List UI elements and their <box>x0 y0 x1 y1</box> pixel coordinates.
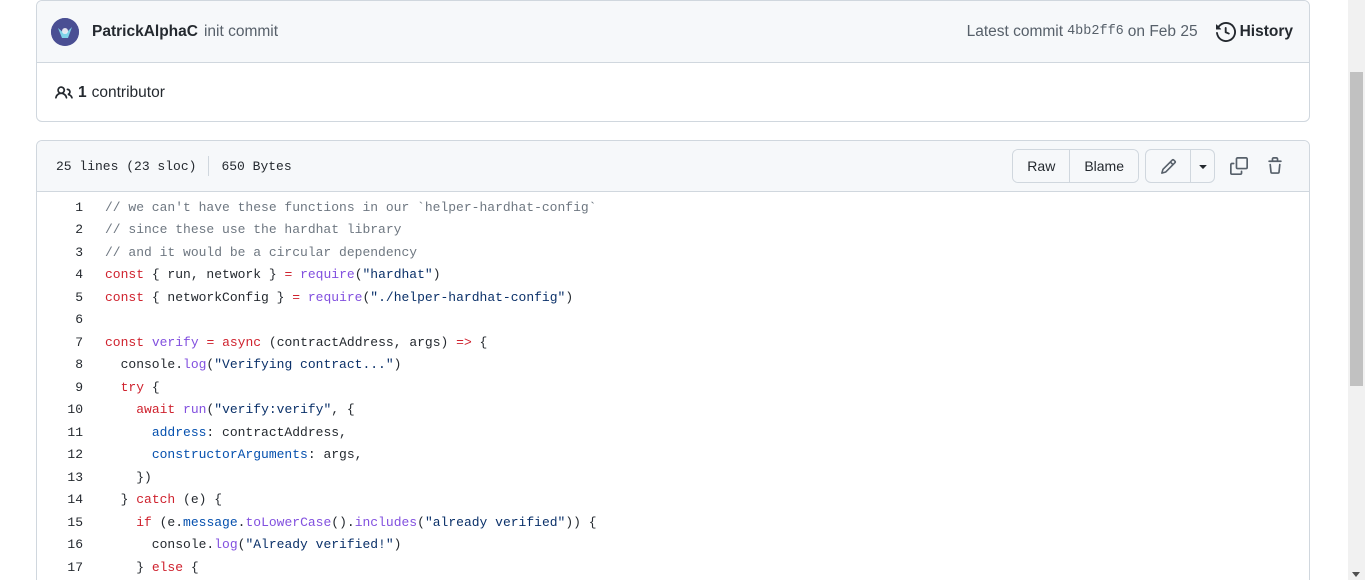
code-line: 1 // we can't have these functions in our… <box>37 196 1309 219</box>
code-line: 9 try { <box>37 376 1309 399</box>
code-line: 10 await run("verify:verify", { <box>37 399 1309 422</box>
code-line: 16 console.log("Already verified!") <box>37 534 1309 557</box>
file-lines-info: 25 lines (23 sloc) <box>56 158 197 174</box>
line-number[interactable]: 12 <box>37 447 83 462</box>
delete-file-button[interactable] <box>1257 150 1293 182</box>
line-content: // since these use the hardhat library <box>105 222 402 238</box>
line-content: try { <box>120 379 160 395</box>
code-line: 14 } catch (e) { <box>37 489 1309 512</box>
scroll-down-arrow-icon[interactable] <box>1352 572 1360 577</box>
code-line: 5 const { networkConfig } = require("./he… <box>37 286 1309 309</box>
line-number[interactable]: 6 <box>37 312 83 327</box>
history-label: History <box>1239 22 1293 40</box>
people-icon <box>55 85 73 99</box>
code-view: 1 // we can't have these functions in our… <box>37 192 1309 579</box>
contributor-count: 1 <box>78 83 87 101</box>
blame-button[interactable]: Blame <box>1069 150 1138 182</box>
line-content: } else { <box>105 559 199 575</box>
copy-icon <box>1230 157 1248 175</box>
line-number[interactable]: 4 <box>37 267 83 282</box>
code-line: 17 } else { <box>37 556 1309 579</box>
copy-raw-button[interactable] <box>1221 150 1257 182</box>
history-icon <box>1215 21 1236 42</box>
line-number[interactable]: 3 <box>37 245 83 260</box>
line-number[interactable]: 17 <box>37 560 83 575</box>
latest-commit-box: PatrickAlphaC init commit Latest commit … <box>36 0 1310 122</box>
file-viewer: 25 lines (23 sloc) 650 Bytes Raw Blame 1… <box>36 140 1310 580</box>
line-number[interactable]: 16 <box>37 537 83 552</box>
contributors-row[interactable]: 1 contributor <box>37 63 1309 121</box>
line-content: }) <box>105 469 152 485</box>
pencil-icon <box>1160 158 1176 174</box>
line-content: constructorArguments: args, <box>151 447 363 463</box>
triangle-down-icon <box>1198 165 1207 169</box>
trash-icon <box>1268 157 1282 174</box>
code-line: 11 address: contractAddress, <box>37 421 1309 444</box>
divider <box>208 156 210 176</box>
edit-file-button[interactable] <box>1146 150 1190 182</box>
edit-dropdown-button[interactable] <box>1190 150 1214 182</box>
line-number[interactable]: 13 <box>37 470 83 485</box>
code-line: 6 <box>37 309 1309 332</box>
line-number[interactable]: 10 <box>37 402 83 417</box>
line-number[interactable]: 5 <box>37 290 83 305</box>
line-number[interactable]: 7 <box>37 335 83 350</box>
line-content: console.log("Verifying contract...") <box>105 357 402 373</box>
line-number[interactable]: 1 <box>37 200 83 215</box>
line-number[interactable]: 2 <box>37 222 83 237</box>
raw-blame-group: Raw Blame <box>1012 149 1139 183</box>
line-content: const { run, network } = require("hardha… <box>105 267 441 283</box>
code-line: 15 if (e.message.toLowerCase().includes(… <box>37 511 1309 534</box>
line-content: if (e.message.toLowerCase().includes("al… <box>136 514 597 530</box>
line-number[interactable]: 15 <box>37 515 83 530</box>
line-content: } catch (e) { <box>105 492 223 508</box>
commit-message-link[interactable]: init commit <box>204 23 278 41</box>
history-link[interactable]: History <box>1215 21 1293 42</box>
latest-commit-label: Latest commit <box>966 22 1064 40</box>
code-line: 7 const verify = async (contractAddress, … <box>37 331 1309 354</box>
file-size: 650 Bytes <box>221 158 292 174</box>
page-scrollbar-thumb[interactable] <box>1350 72 1363 386</box>
commit-sha-link[interactable]: 4bb2ff6 <box>1067 24 1124 39</box>
commit-date: on Feb 25 <box>1127 22 1198 40</box>
line-number[interactable]: 14 <box>37 492 83 507</box>
author-avatar[interactable] <box>51 17 79 46</box>
edit-button-group <box>1145 149 1215 183</box>
line-number[interactable]: 8 <box>37 357 83 372</box>
raw-button[interactable]: Raw <box>1013 150 1070 182</box>
line-content: // and it would be a circular dependency <box>105 244 418 260</box>
line-content: console.log("Already verified!") <box>105 537 402 553</box>
line-content: // we can't have these functions in our … <box>105 199 597 215</box>
line-content: const { networkConfig } = require("./hel… <box>105 289 574 305</box>
code-line: 13 }) <box>37 466 1309 489</box>
code-line: 4 const { run, network } = require("hardh… <box>37 264 1309 287</box>
code-line: 8 console.log("Verifying contract...") <box>37 354 1309 377</box>
line-content: const verify = async (contractAddress, a… <box>105 334 488 350</box>
commit-author-link[interactable]: PatrickAlphaC <box>92 23 198 41</box>
contributor-label: contributor <box>91 83 165 101</box>
code-line: 12 constructorArguments: args, <box>37 444 1309 467</box>
commit-header: PatrickAlphaC init commit Latest commit … <box>37 1 1309 63</box>
code-line: 3 // and it would be a circular dependenc… <box>37 241 1309 264</box>
line-content: address: contractAddress, <box>151 424 347 440</box>
line-number[interactable]: 9 <box>37 380 83 395</box>
line-number[interactable]: 11 <box>37 425 83 440</box>
file-header: 25 lines (23 sloc) 650 Bytes Raw Blame <box>37 141 1309 192</box>
line-content: await run("verify:verify", { <box>136 402 355 418</box>
code-line: 2 // since these use the hardhat library <box>37 219 1309 242</box>
